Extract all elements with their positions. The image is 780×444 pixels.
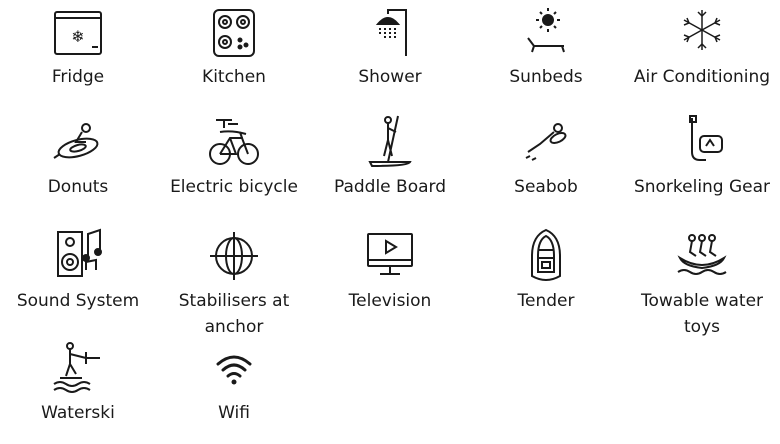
amenity-label: Snorkeling Gear	[633, 177, 771, 197]
amenity-label: Waterski	[41, 403, 115, 423]
fridge-icon: ❄	[46, 2, 110, 62]
amenity-label: Sunbeds	[509, 67, 583, 87]
amenity-shower: Shower	[312, 2, 468, 90]
amenity-label: Tender	[517, 291, 575, 311]
paddle-board-icon	[358, 112, 422, 172]
towable-toy-icon	[670, 226, 734, 286]
amenities-grid: ❄ Fridge Kitchen Shower Sunbeds Air Cond…	[0, 0, 780, 444]
amenity-sound-system: Sound System	[0, 226, 156, 314]
stabiliser-icon	[202, 226, 266, 286]
svg-text:❄: ❄	[71, 27, 84, 46]
amenity-seabob: Seabob	[468, 112, 624, 200]
amenity-snorkeling-gear: Snorkeling Gear	[624, 112, 780, 200]
amenity-label: Fridge	[51, 67, 105, 87]
amenity-label: Wifi	[218, 403, 250, 423]
sunbed-icon	[514, 2, 578, 62]
stove-icon	[202, 2, 266, 62]
amenity-label: Television	[348, 291, 432, 311]
snowflake-icon	[670, 2, 734, 62]
amenity-stabilisers: Stabilisers at anchor	[156, 226, 312, 340]
amenity-label: Stabilisers at anchor	[178, 291, 290, 337]
television-icon	[358, 226, 422, 286]
amenity-wifi: Wifi	[156, 338, 312, 426]
snorkel-mask-icon	[670, 112, 734, 172]
amenity-tender: Tender	[468, 226, 624, 314]
speaker-music-icon	[46, 226, 110, 286]
amenity-air-conditioning: Air Conditioning	[624, 2, 780, 90]
amenity-label: Donuts	[47, 177, 109, 197]
amenity-label: Sound System	[16, 291, 140, 311]
amenity-electric-bicycle: Electric bicycle	[156, 112, 312, 200]
amenity-sunbeds: Sunbeds	[468, 2, 624, 90]
amenity-television: Television	[312, 226, 468, 314]
electric-bicycle-icon	[202, 112, 266, 172]
amenity-label: Kitchen	[202, 67, 266, 87]
donut-ride-icon	[46, 112, 110, 172]
amenity-donuts: Donuts	[0, 112, 156, 200]
amenity-label: Paddle Board	[333, 177, 447, 197]
amenity-label: Shower	[358, 67, 422, 87]
amenity-waterski: Waterski	[0, 338, 156, 426]
amenity-paddle-board: Paddle Board	[312, 112, 468, 200]
amenity-label: Seabob	[514, 177, 578, 197]
amenity-fridge: ❄ Fridge	[0, 2, 156, 90]
shower-icon	[358, 2, 422, 62]
amenity-label: Towable water toys	[640, 291, 764, 337]
seabob-icon	[514, 112, 578, 172]
wifi-icon	[202, 338, 266, 398]
waterski-icon	[46, 338, 110, 398]
tender-boat-icon	[514, 226, 578, 286]
amenity-towable-water-toys: Towable water toys	[624, 226, 780, 340]
amenity-kitchen: Kitchen	[156, 2, 312, 90]
amenity-label: Electric bicycle	[170, 177, 298, 197]
amenity-label: Air Conditioning	[633, 67, 771, 87]
